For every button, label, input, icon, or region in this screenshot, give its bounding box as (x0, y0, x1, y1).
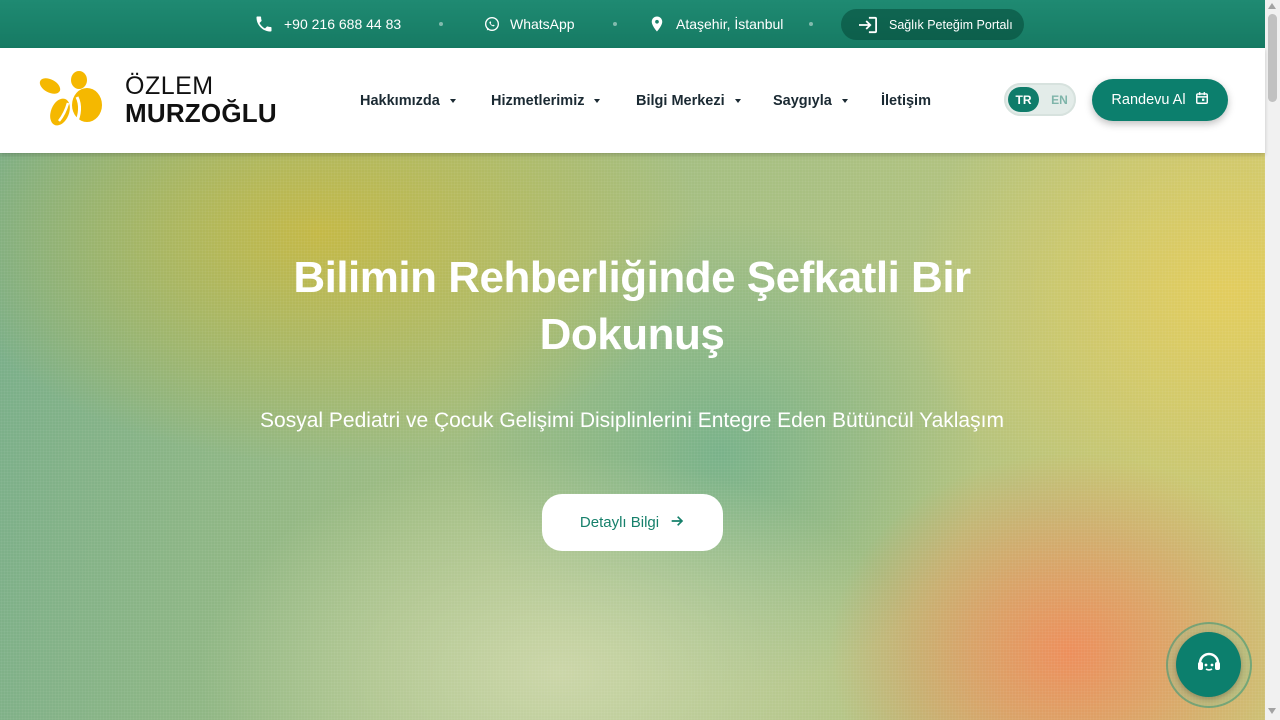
appointment-label: Randevu Al (1111, 92, 1186, 108)
caret-down-icon (734, 98, 741, 103)
hero-title: Bilimin Rehberliğinde Şefkatli Bir Dokun… (293, 253, 971, 359)
nav-item-about[interactable]: Hakkımızda (360, 48, 456, 153)
hero-section: Bilimin Rehberliğinde Şefkatli Bir Dokun… (0, 153, 1265, 720)
nav-item-respect[interactable]: Saygıyla (773, 48, 848, 153)
details-button[interactable]: Detaylı Bilgi (542, 494, 723, 551)
page-scrollbar[interactable] (1265, 0, 1280, 720)
whatsapp-link[interactable]: WhatsApp (484, 0, 575, 48)
location-pin-icon (648, 14, 666, 34)
bee-logo-icon (39, 71, 102, 126)
portal-button[interactable]: Sağlık Peteğim Portalı (841, 9, 1024, 40)
scroll-down-arrow-icon[interactable] (1268, 708, 1276, 714)
scrollbar-thumb[interactable] (1268, 14, 1277, 102)
appointment-button[interactable]: Randevu Al (1092, 79, 1228, 121)
caret-down-icon (841, 98, 848, 103)
hero-subtitle: Sosyal Pediatri ve Çocuk Gelişimi Disipl… (260, 409, 1004, 432)
nav-item-label: Saygıyla (773, 92, 832, 109)
scroll-up-arrow-icon[interactable] (1268, 3, 1276, 9)
separator-dot (613, 22, 617, 26)
nav-item-label: Hakkımızda (360, 92, 440, 109)
separator-dot (809, 22, 813, 26)
language-switch: TR EN (1004, 83, 1076, 116)
login-icon (857, 16, 879, 34)
portal-label: Sağlık Peteğim Portalı (889, 17, 1013, 32)
whatsapp-icon (484, 16, 500, 32)
nav-item-info-center[interactable]: Bilgi Merkezi (636, 48, 741, 153)
phone-number: +90 216 688 44 83 (284, 16, 402, 32)
location-label: Ataşehir, İstanbul (676, 16, 784, 32)
brand-wordmark: ÖZLEM MURZOĞLU (125, 73, 277, 127)
phone-icon (254, 14, 274, 34)
nav-item-services[interactable]: Hizmetlerimiz (491, 48, 601, 153)
nav-item-label: Hizmetlerimiz (491, 92, 585, 109)
nav-item-label: İletişim (881, 92, 931, 109)
lang-tr-button[interactable]: TR (1008, 87, 1039, 112)
caret-down-icon (449, 98, 456, 103)
arrow-right-icon (669, 513, 685, 533)
whatsapp-label: WhatsApp (510, 16, 575, 32)
support-chat-button[interactable] (1176, 632, 1241, 697)
nav-item-label: Bilgi Merkezi (636, 92, 725, 109)
details-label: Detaylı Bilgi (579, 514, 660, 531)
phone-link[interactable]: +90 216 688 44 83 (254, 0, 401, 48)
nav-item-contact[interactable]: İletişim (881, 48, 931, 153)
site-header: ÖZLEM MURZOĞLU Hakkımızda Hizmetlerimiz … (0, 48, 1265, 153)
top-bar: +90 216 688 44 83 WhatsApp Ataşehir, İst… (0, 0, 1265, 48)
headset-icon (1195, 649, 1223, 680)
location-link[interactable]: Ataşehir, İstanbul (648, 0, 783, 48)
calendar-icon (1195, 91, 1209, 109)
separator-dot (439, 22, 443, 26)
brand-logo[interactable]: ÖZLEM MURZOĞLU (38, 70, 278, 130)
lang-en-button[interactable]: EN (1044, 87, 1075, 112)
brand-line-2: MURZOĞLU (125, 98, 277, 128)
brand-line-1: ÖZLEM (125, 72, 214, 100)
caret-down-icon (594, 98, 601, 103)
